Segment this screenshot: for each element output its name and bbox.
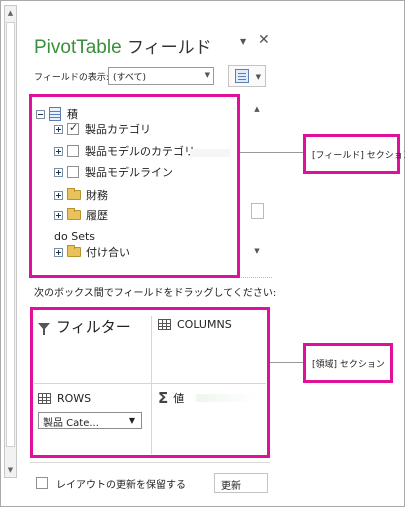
defer-update-label: レイアウトの更新を保留する <box>56 480 186 491</box>
chevron-down-icon: ▼ <box>255 73 261 81</box>
layout-icon <box>235 69 249 83</box>
fields-section-callout: [フィールド] セクション <box>303 134 405 174</box>
scrollbar-thumb[interactable] <box>251 203 264 219</box>
scroll-up-icon[interactable]: ▲ <box>250 105 264 117</box>
title-japanese: フィールド <box>126 38 212 58</box>
defer-update-checkbox[interactable] <box>36 477 48 489</box>
drag-hint-text: 次のボックス間でフィールドをドラッグしてください: <box>34 288 277 299</box>
chevron-down-icon[interactable]: ▼ <box>240 37 246 46</box>
title-english: PivotTable <box>34 37 122 58</box>
scrollbar-thumb[interactable] <box>6 22 15 447</box>
areas-section-highlight <box>30 307 270 458</box>
scroll-up-icon[interactable]: ▲ <box>5 7 16 19</box>
callout-connector <box>240 152 303 153</box>
scroll-down-icon[interactable]: ▼ <box>250 247 264 259</box>
callout-connector <box>270 362 303 363</box>
pane-title: PivotTable フィールド <box>34 33 212 59</box>
chevron-down-icon: ▼ <box>204 71 210 79</box>
scroll-down-icon[interactable]: ▼ <box>5 464 16 476</box>
close-icon[interactable]: ✕ <box>258 32 270 48</box>
bottom-divider <box>30 462 270 463</box>
fields-show-value: (すべて) <box>113 73 147 83</box>
areas-section-callout: [領域] セクション <box>303 343 393 383</box>
fields-section-highlight <box>29 94 240 278</box>
field-list-scrollbar[interactable]: ▲ ▼ <box>250 103 266 261</box>
update-button[interactable]: 更新 <box>214 473 268 493</box>
fields-show-select[interactable]: (すべて) ▼ <box>108 67 214 85</box>
left-scrollbar[interactable]: ▲ ▼ <box>4 5 17 478</box>
tools-button[interactable]: ▼ <box>228 65 266 87</box>
fields-show-label: フィールドの表示: <box>34 73 109 83</box>
